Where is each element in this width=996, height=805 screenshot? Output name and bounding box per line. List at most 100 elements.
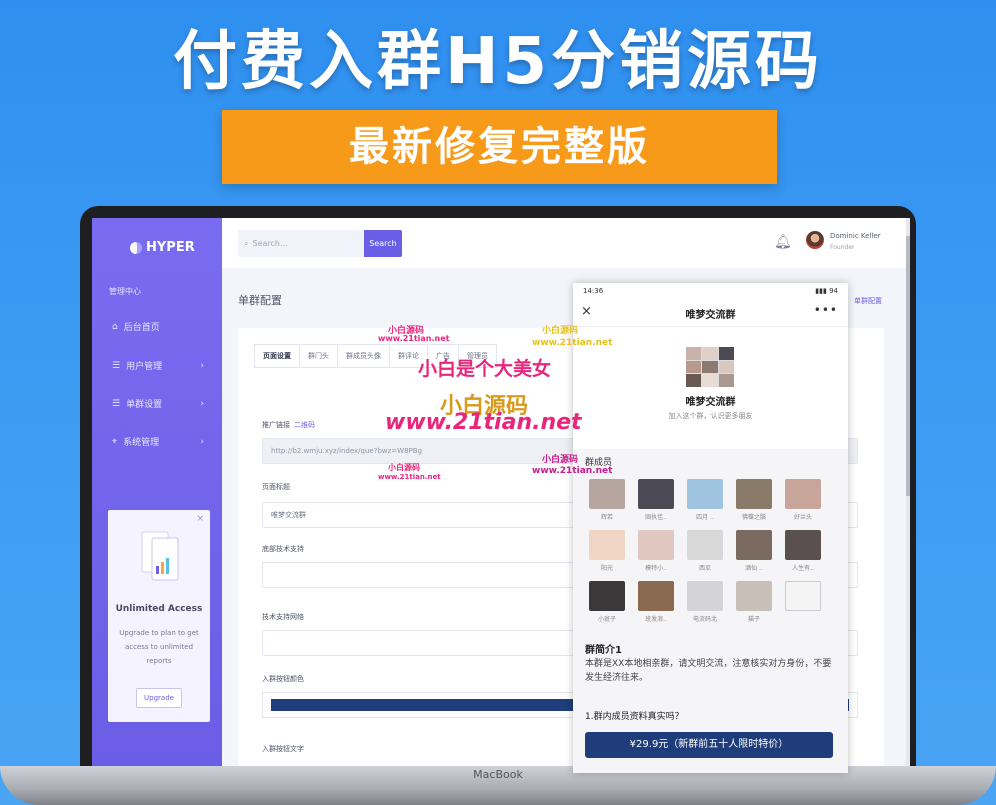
watermark-main: 小白是个大美女: [418, 358, 552, 380]
chevron-right-icon: ›: [200, 436, 204, 447]
chevron-right-icon: ›: [200, 360, 204, 371]
promo-text: Upgrade to plan to get access to unlimit…: [119, 629, 199, 665]
promo-banner-title: 付费入群H5分销源码: [172, 25, 824, 99]
watermark-text: 小白源码: [542, 455, 579, 465]
watermark-url: www.21tian.net: [378, 473, 441, 481]
member-item[interactable]: 酒仙 ..: [734, 530, 774, 572]
sidebar-item-dashboard[interactable]: ⌂ 后台首页: [112, 320, 212, 334]
logo-icon: [130, 241, 142, 254]
promo-banner-subtitle: 最新修复完整版: [222, 110, 777, 184]
tech-support-link-label: 技术支持网络: [262, 613, 304, 621]
nav-heading: 管理中心: [109, 287, 141, 296]
member-avatar: [736, 581, 772, 611]
member-item[interactable]: 阳光: [587, 530, 627, 572]
tab-group-header[interactable]: 群门头: [299, 344, 337, 368]
member-name: 阳光: [600, 565, 613, 572]
scrollbar-thumb[interactable]: [906, 236, 910, 496]
sidebar-item-group-settings[interactable]: ☰ 单群设置 ›: [112, 397, 212, 411]
member-avatar: [638, 581, 674, 611]
page-scrollbar[interactable]: [906, 218, 910, 766]
avatar[interactable]: [806, 231, 824, 249]
promo-title: Unlimited Access: [115, 604, 203, 614]
member-item[interactable]: 班发浪..: [636, 581, 676, 623]
watermark-text: 小白源码: [542, 326, 579, 336]
tab-page-settings[interactable]: 页面设置: [254, 344, 299, 368]
group-header: 唯梦交流群 加入这个群，认识更多朋友: [573, 327, 848, 449]
member-name: 小斑子: [597, 616, 616, 623]
watermark-big-url: www.21tian.net: [385, 410, 582, 435]
app-logo[interactable]: HYPER: [130, 240, 195, 255]
watermark-url: www.21tian.net: [378, 334, 450, 343]
user-role: Founder: [830, 244, 855, 251]
group-description: 加入这个群，认识更多朋友: [668, 412, 753, 420]
sidebar-item-label: 系统管理: [123, 438, 160, 448]
member-name: 模特小..: [645, 565, 667, 572]
status-indicators: ▮▮▮ 94: [815, 287, 838, 295]
member-item[interactable]: 辉若: [587, 479, 627, 521]
member-item[interactable]: 人生有..: [783, 530, 823, 572]
member-item[interactable]: 固执佳..: [636, 479, 676, 521]
faq-question: 1.群内成员资料真实吗？: [585, 712, 684, 722]
member-item[interactable]: 电流码北: [685, 581, 725, 623]
member-item[interactable]: 四月 ..: [685, 479, 725, 521]
intro-title: 群简介1: [585, 645, 622, 656]
watermark-url: www.21tian.net: [532, 338, 613, 348]
promo-link-label-text: 推广链接: [262, 421, 290, 429]
member-avatar: [687, 530, 723, 560]
tab-member-avatars[interactable]: 群成员头像: [337, 344, 389, 368]
location-icon: ⌖: [112, 436, 118, 447]
member-item[interactable]: 模特小..: [636, 530, 676, 572]
member-avatar: [638, 530, 674, 560]
member-item[interactable]: 猫子: [734, 581, 774, 623]
member-item[interactable]: 西瓜: [685, 530, 725, 572]
tech-support-label: 底部技术支持: [262, 545, 304, 553]
bell-icon[interactable]: 🔔︎: [774, 234, 792, 250]
page-title-label: 页面标题: [262, 483, 290, 491]
member-name: 佛蝶之骸: [741, 514, 766, 521]
report-illustration-icon: [141, 531, 179, 581]
sidebar-item-label: 单群设置: [126, 400, 163, 410]
member-avatar: [687, 479, 723, 509]
member-avatar: [785, 581, 821, 611]
phone-nav-bar: × 唯梦交流群 •••: [573, 299, 848, 327]
phone-status-bar: 14:36 ▮▮▮ 94: [573, 283, 848, 299]
member-avatar: [736, 479, 772, 509]
upgrade-button[interactable]: Upgrade: [136, 688, 182, 708]
phone-preview: 14:36 ▮▮▮ 94 × 唯梦交流群 ••• 唯梦交流群 加入这个群，认识更…: [573, 283, 848, 773]
list-icon: ☰: [112, 360, 121, 371]
member-name: 好兰头: [793, 514, 812, 521]
member-item[interactable]: 小斑子: [587, 581, 627, 623]
sidebar-item-label: 用户管理: [126, 362, 163, 372]
sidebar-item-label: 后台首页: [123, 323, 160, 333]
sidebar-item-system[interactable]: ⌖ 系统管理 ›: [112, 435, 212, 449]
member-item[interactable]: 佛蝶之骸: [734, 479, 774, 521]
member-item[interactable]: [783, 581, 823, 614]
user-name[interactable]: Dominic Keller: [830, 232, 881, 240]
search-input[interactable]: ⌕ Search...: [238, 230, 364, 257]
status-time: 14:36: [583, 287, 604, 295]
watermark-text: 小白源码: [388, 463, 420, 472]
pay-button[interactable]: ¥29.9元（新群前五十人限时特价）: [585, 732, 833, 758]
sidebar: HYPER 管理中心 ⌂ 后台首页 ☰ 用户管理 › ☰ 单群设置 › ⌖ 系统…: [92, 218, 222, 766]
intro-text: 本群是XX本地相亲群，请文明交流，注意核实对方身份，不要发生经济往来。: [585, 659, 832, 683]
member-avatar: [589, 581, 625, 611]
more-icon[interactable]: •••: [814, 303, 838, 317]
member-name: 酒仙 ..: [745, 565, 763, 572]
sidebar-item-users[interactable]: ☰ 用户管理 ›: [112, 359, 212, 373]
member-item[interactable]: 好兰头: [783, 479, 823, 521]
member-avatar: [638, 479, 674, 509]
breadcrumb[interactable]: 单群配置: [854, 296, 882, 306]
phone-nav-title: 唯梦交流群: [685, 310, 736, 321]
list-icon: ☰: [112, 398, 121, 409]
group-avatar: [686, 347, 734, 387]
group-name: 唯梦交流群: [685, 397, 736, 408]
search-button[interactable]: Search: [364, 230, 402, 257]
search-icon: ⌕: [244, 238, 249, 248]
member-avatar: [687, 581, 723, 611]
upgrade-promo-card: × Unlimited Access Upgrade to plan to ge…: [108, 510, 210, 722]
member-name: 人生有..: [792, 565, 814, 572]
qrcode-link[interactable]: 二维码: [294, 421, 315, 429]
close-icon[interactable]: ×: [196, 514, 204, 524]
member-avatar: [736, 530, 772, 560]
member-name: 四月 ..: [696, 514, 714, 521]
